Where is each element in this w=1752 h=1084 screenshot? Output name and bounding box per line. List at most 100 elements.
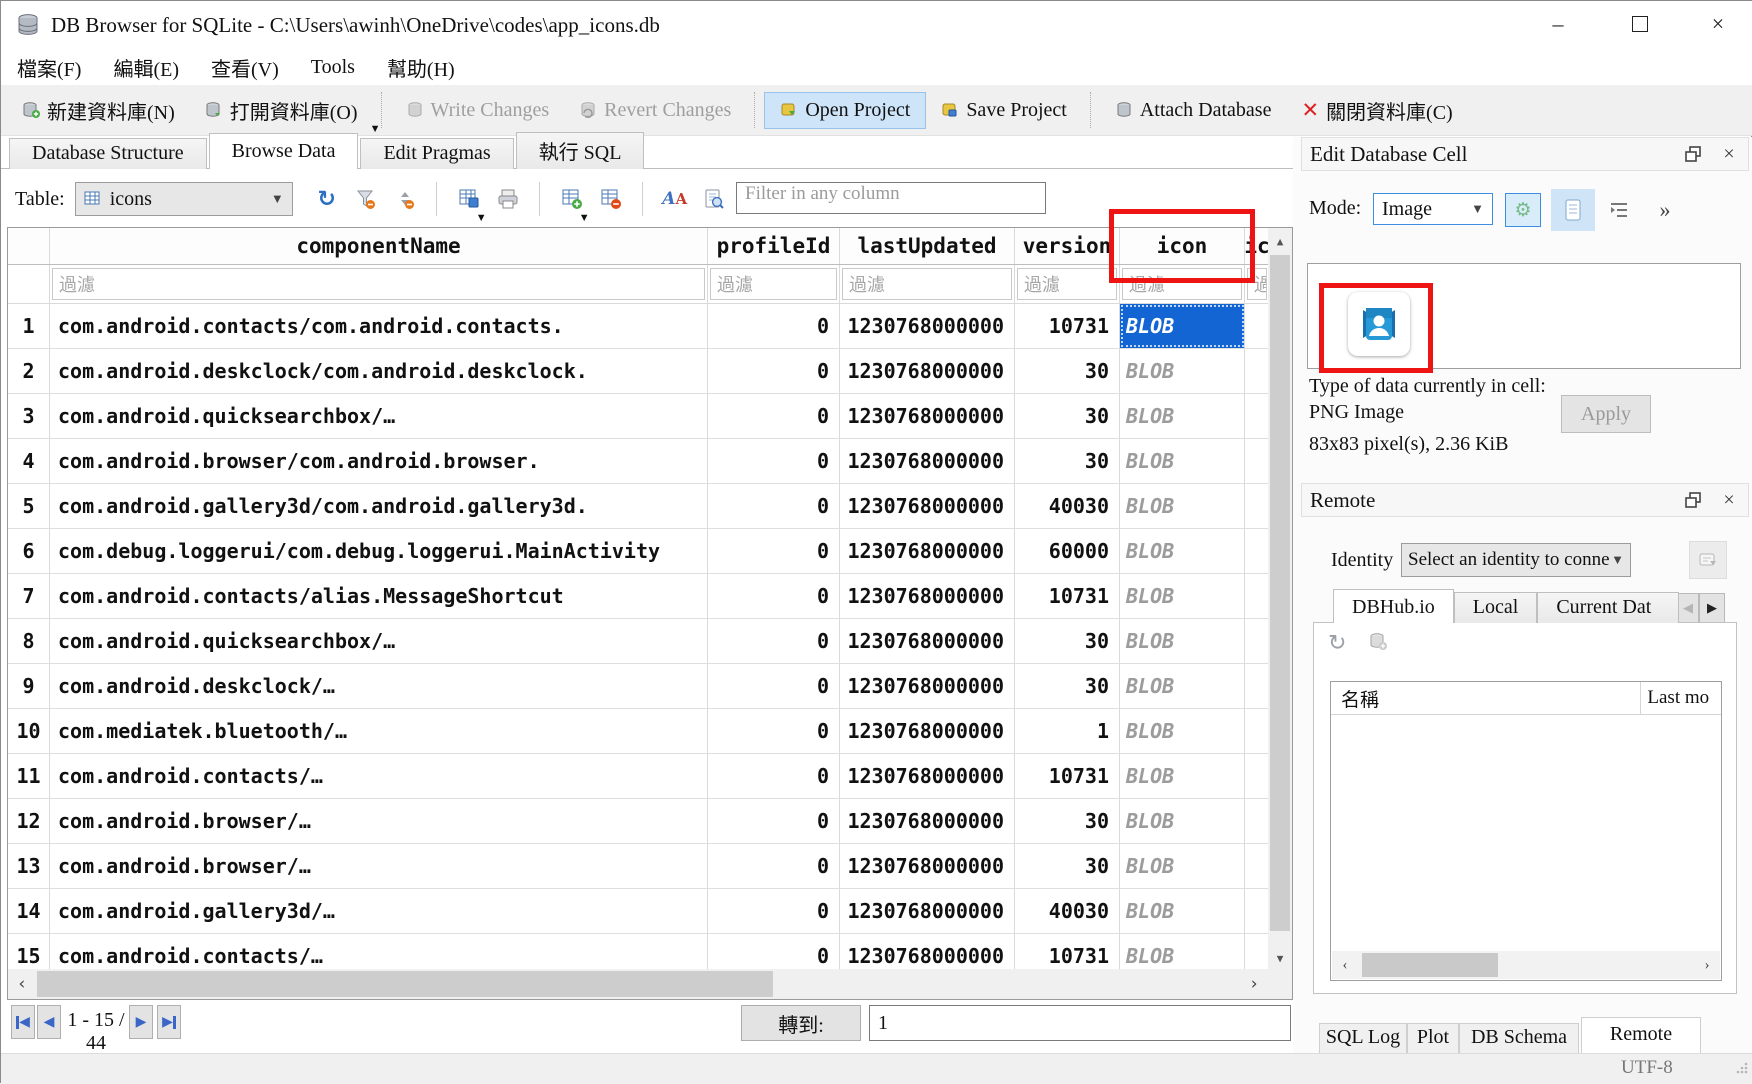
column-header-profileId[interactable]: profileId [708, 228, 840, 264]
cell-profileId[interactable]: 0 [708, 439, 840, 483]
cell-componentName[interactable]: com.android.browser/… [50, 844, 708, 888]
cell-version[interactable]: 30 [1015, 439, 1120, 483]
filter-any-column-input[interactable]: Filter in any column [736, 182, 1046, 214]
cell-version[interactable]: 60000 [1015, 529, 1120, 573]
cell-profileId[interactable]: 0 [708, 799, 840, 843]
cell-icon-blob[interactable]: BLOB [1120, 439, 1245, 483]
tab-browse-data[interactable]: Browse Data [209, 133, 359, 169]
open-database-dropdown-arrow[interactable]: ▼ [370, 123, 381, 135]
close-panel-icon[interactable]: × [1718, 489, 1740, 511]
new-database-button[interactable]: 新建資料庫(N) [7, 90, 190, 131]
cell-icon-blob[interactable]: BLOB [1120, 619, 1245, 663]
table-select[interactable]: icons ▼ [75, 182, 293, 216]
table-row[interactable]: 9com.android.deskclock/…0123076800000030… [8, 664, 1292, 709]
float-panel-icon[interactable] [1682, 489, 1704, 511]
float-panel-icon[interactable] [1682, 143, 1704, 165]
column-header-version[interactable]: version [1015, 228, 1120, 264]
scroll-right-icon[interactable]: › [1240, 969, 1268, 999]
scroll-down-icon[interactable]: ▼ [1268, 945, 1292, 971]
cell-profileId[interactable]: 0 [708, 349, 840, 393]
refresh-button[interactable]: ↻ [315, 187, 339, 211]
cell-componentName[interactable]: com.debug.loggerui/com.debug.loggerui.Ma… [50, 529, 708, 573]
filter-input-lastUpdated[interactable]: 過濾 [842, 268, 1012, 300]
remote-tab-local[interactable]: Local [1454, 592, 1538, 623]
attach-database-button[interactable]: Attach Database [1100, 93, 1287, 128]
menu-file[interactable]: 檔案(F) [1, 51, 97, 84]
cell-lastUpdated[interactable]: 1230768000000 [840, 304, 1015, 348]
cell-lastUpdated[interactable]: 1230768000000 [840, 529, 1015, 573]
cell-icon-blob[interactable]: BLOB [1120, 304, 1245, 348]
tab-execute-sql[interactable]: 執行 SQL [516, 132, 645, 169]
cell-lastUpdated[interactable]: 1230768000000 [840, 754, 1015, 798]
cell-lastUpdated[interactable]: 1230768000000 [840, 844, 1015, 888]
horizontal-scrollbar[interactable]: ‹ › [8, 969, 1293, 999]
cell-profileId[interactable]: 0 [708, 664, 840, 708]
open-database-button[interactable]: 打開資料庫(O) ▼ [190, 90, 373, 131]
clear-sort-button[interactable] [393, 187, 417, 211]
cell-version[interactable]: 30 [1015, 619, 1120, 663]
cell-version[interactable]: 40030 [1015, 889, 1120, 933]
cell-componentName[interactable]: com.android.contacts/… [50, 754, 708, 798]
remote-clone-icon[interactable] [1368, 631, 1388, 656]
cell-icon-blob[interactable]: BLOB [1120, 664, 1245, 708]
cell-version[interactable]: 30 [1015, 394, 1120, 438]
goto-input[interactable]: 1 [869, 1005, 1291, 1041]
find-button[interactable] [702, 187, 726, 211]
cell-profileId[interactable]: 0 [708, 709, 840, 753]
tab-db-schema[interactable]: DB Schema [1459, 1023, 1579, 1053]
cell-lastUpdated[interactable]: 1230768000000 [840, 349, 1015, 393]
remote-column-name[interactable]: 名稱 [1331, 682, 1641, 714]
scroll-left-icon[interactable]: ‹ [1332, 951, 1358, 979]
cell-icon-blob[interactable]: BLOB [1120, 574, 1245, 618]
text-mode-button[interactable] [1551, 189, 1595, 231]
menu-edit[interactable]: 編輯(E) [97, 51, 195, 84]
remote-horizontal-scrollbar[interactable]: ‹ › [1332, 951, 1720, 979]
cell-icon-blob[interactable]: BLOB [1120, 484, 1245, 528]
tab-database-structure[interactable]: Database Structure [9, 138, 207, 169]
word-wrap-button[interactable] [1605, 195, 1633, 225]
table-row[interactable]: 13com.android.browser/…0123076800000030B… [8, 844, 1292, 889]
cell-lastUpdated[interactable]: 1230768000000 [840, 574, 1015, 618]
clear-filters-button[interactable] [354, 187, 378, 211]
first-page-button[interactable]: ◀ [11, 1005, 35, 1039]
tab-edit-pragmas[interactable]: Edit Pragmas [360, 138, 513, 169]
last-page-button[interactable]: ▶ [157, 1005, 181, 1039]
cell-profileId[interactable]: 0 [708, 574, 840, 618]
cell-lastUpdated[interactable]: 1230768000000 [840, 619, 1015, 663]
cell-version[interactable]: 30 [1015, 349, 1120, 393]
remote-tab-dbhub[interactable]: DBHub.io [1333, 589, 1454, 623]
cell-lastUpdated[interactable]: 1230768000000 [840, 889, 1015, 933]
tab-scroll-right-button[interactable]: ▶ [1699, 593, 1725, 623]
cell-icon-blob[interactable]: BLOB [1120, 799, 1245, 843]
apply-button[interactable]: Apply [1561, 395, 1651, 433]
remote-refresh-icon[interactable]: ↻ [1328, 631, 1346, 656]
delete-record-button[interactable] [599, 187, 623, 211]
scroll-up-icon[interactable]: ▲ [1268, 228, 1292, 254]
print-button[interactable] [496, 187, 520, 211]
import-data-button[interactable]: ⚙ [1505, 193, 1541, 227]
cell-version[interactable]: 40030 [1015, 484, 1120, 528]
cell-lastUpdated[interactable]: 1230768000000 [840, 394, 1015, 438]
cell-profileId[interactable]: 0 [708, 844, 840, 888]
table-row[interactable]: 4com.android.browser/com.android.browser… [8, 439, 1292, 484]
cell-icon-blob[interactable]: BLOB [1120, 844, 1245, 888]
tab-plot[interactable]: Plot [1407, 1023, 1459, 1053]
panel-overflow-button[interactable]: » [1651, 195, 1679, 225]
table-row[interactable]: 14com.android.gallery3d/…012307680000004… [8, 889, 1292, 934]
table-row[interactable]: 10com.mediatek.bluetooth/…01230768000000… [8, 709, 1292, 754]
filter-input-profileId[interactable]: 過濾 [710, 268, 837, 300]
cell-icon-blob[interactable]: BLOB [1120, 709, 1245, 753]
remote-tab-current-database[interactable]: Current Dat [1537, 592, 1679, 623]
cell-profileId[interactable]: 0 [708, 304, 840, 348]
cell-profileId[interactable]: 0 [708, 484, 840, 528]
prev-page-button[interactable]: ◀ [37, 1005, 61, 1039]
remote-column-last-modified[interactable]: Last mo [1641, 687, 1721, 709]
close-panel-icon[interactable]: × [1718, 143, 1740, 165]
table-row[interactable]: 5com.android.gallery3d/com.android.galle… [8, 484, 1292, 529]
remote-db-list[interactable]: 名稱 Last mo ‹ › [1330, 681, 1722, 981]
resize-grip-icon[interactable] [1735, 1061, 1749, 1080]
cell-componentName[interactable]: com.android.browser/com.android.browser. [50, 439, 708, 483]
save-project-button[interactable]: Save Project [926, 93, 1082, 128]
corner-header-cell[interactable] [8, 228, 50, 264]
identity-select[interactable]: Select an identity to conne ▼ [1401, 543, 1631, 577]
